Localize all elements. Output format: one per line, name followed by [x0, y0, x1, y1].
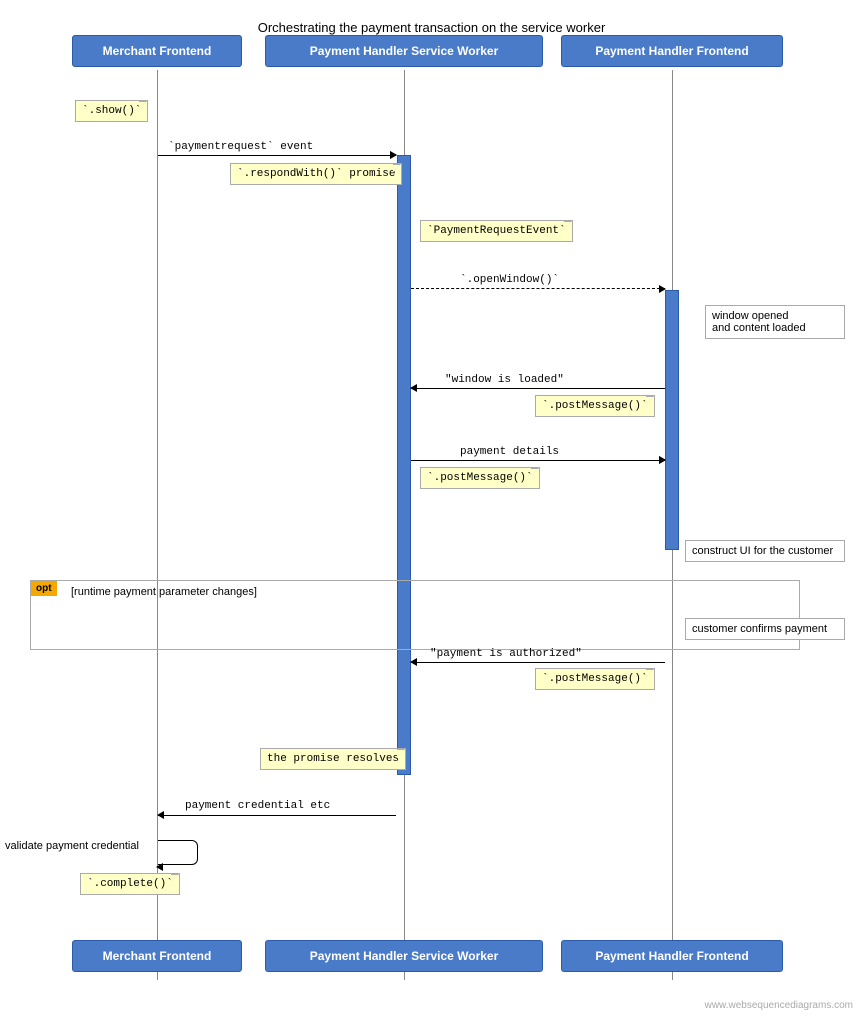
- merchant-header-bottom: Merchant Frontend: [72, 940, 242, 972]
- diagram-container: Orchestrating the payment transaction on…: [0, 0, 863, 1019]
- paymentrequest-arrow: [158, 155, 396, 156]
- postmessage1-note: `.postMessage()`: [535, 395, 655, 417]
- phf-header-top: Payment Handler Frontend: [561, 35, 783, 67]
- payment-details-arrow: [411, 460, 665, 461]
- sw-activation-box: [397, 155, 411, 775]
- validate-payment-note: validate payment credential: [5, 840, 139, 852]
- phf-header-bottom: Payment Handler Frontend: [561, 940, 783, 972]
- watermark: www.websequencediagrams.com: [705, 1000, 853, 1011]
- complete-note: `.complete()`: [80, 873, 180, 895]
- payment-details-label: payment details: [460, 446, 559, 458]
- payment-request-event-note: `PaymentRequestEvent`: [420, 220, 573, 242]
- sw-header-bottom: Payment Handler Service Worker: [265, 940, 543, 972]
- payment-credential-label: payment credential etc: [185, 800, 330, 812]
- window-opened-note: window opened and content loaded: [705, 305, 845, 339]
- self-loop-arrowhead: [156, 863, 163, 871]
- payment-authorized-arrow: [411, 662, 665, 663]
- merchant-header-top: Merchant Frontend: [72, 35, 242, 67]
- opt-condition: [runtime payment parameter changes]: [71, 586, 257, 598]
- phf-activation-box: [665, 290, 679, 550]
- opt-label: opt: [31, 581, 57, 596]
- promise-resolves-note: the promise resolves: [260, 748, 406, 770]
- self-loop-arrow: [158, 840, 198, 865]
- show-note: `.show()`: [75, 100, 148, 122]
- construct-ui-note: construct UI for the customer: [685, 540, 845, 562]
- postmessage2-note: `.postMessage()`: [420, 467, 540, 489]
- window-loaded-arrow: [411, 388, 665, 389]
- sw-header-top: Payment Handler Service Worker: [265, 35, 543, 67]
- openwindow-arrow: [411, 288, 665, 289]
- customer-confirms-note: customer confirms payment: [685, 618, 845, 640]
- window-loaded-label: "window is loaded": [445, 374, 564, 386]
- openwindow-label: `.openWindow()`: [460, 274, 559, 286]
- payment-credential-arrow: [158, 815, 396, 816]
- payment-authorized-label: "payment is authorized": [430, 648, 582, 660]
- respondwith-note: `.respondWith()` promise: [230, 163, 402, 185]
- paymentrequest-label: `paymentrequest` event: [168, 141, 313, 153]
- postmessage3-note: `.postMessage()`: [535, 668, 655, 690]
